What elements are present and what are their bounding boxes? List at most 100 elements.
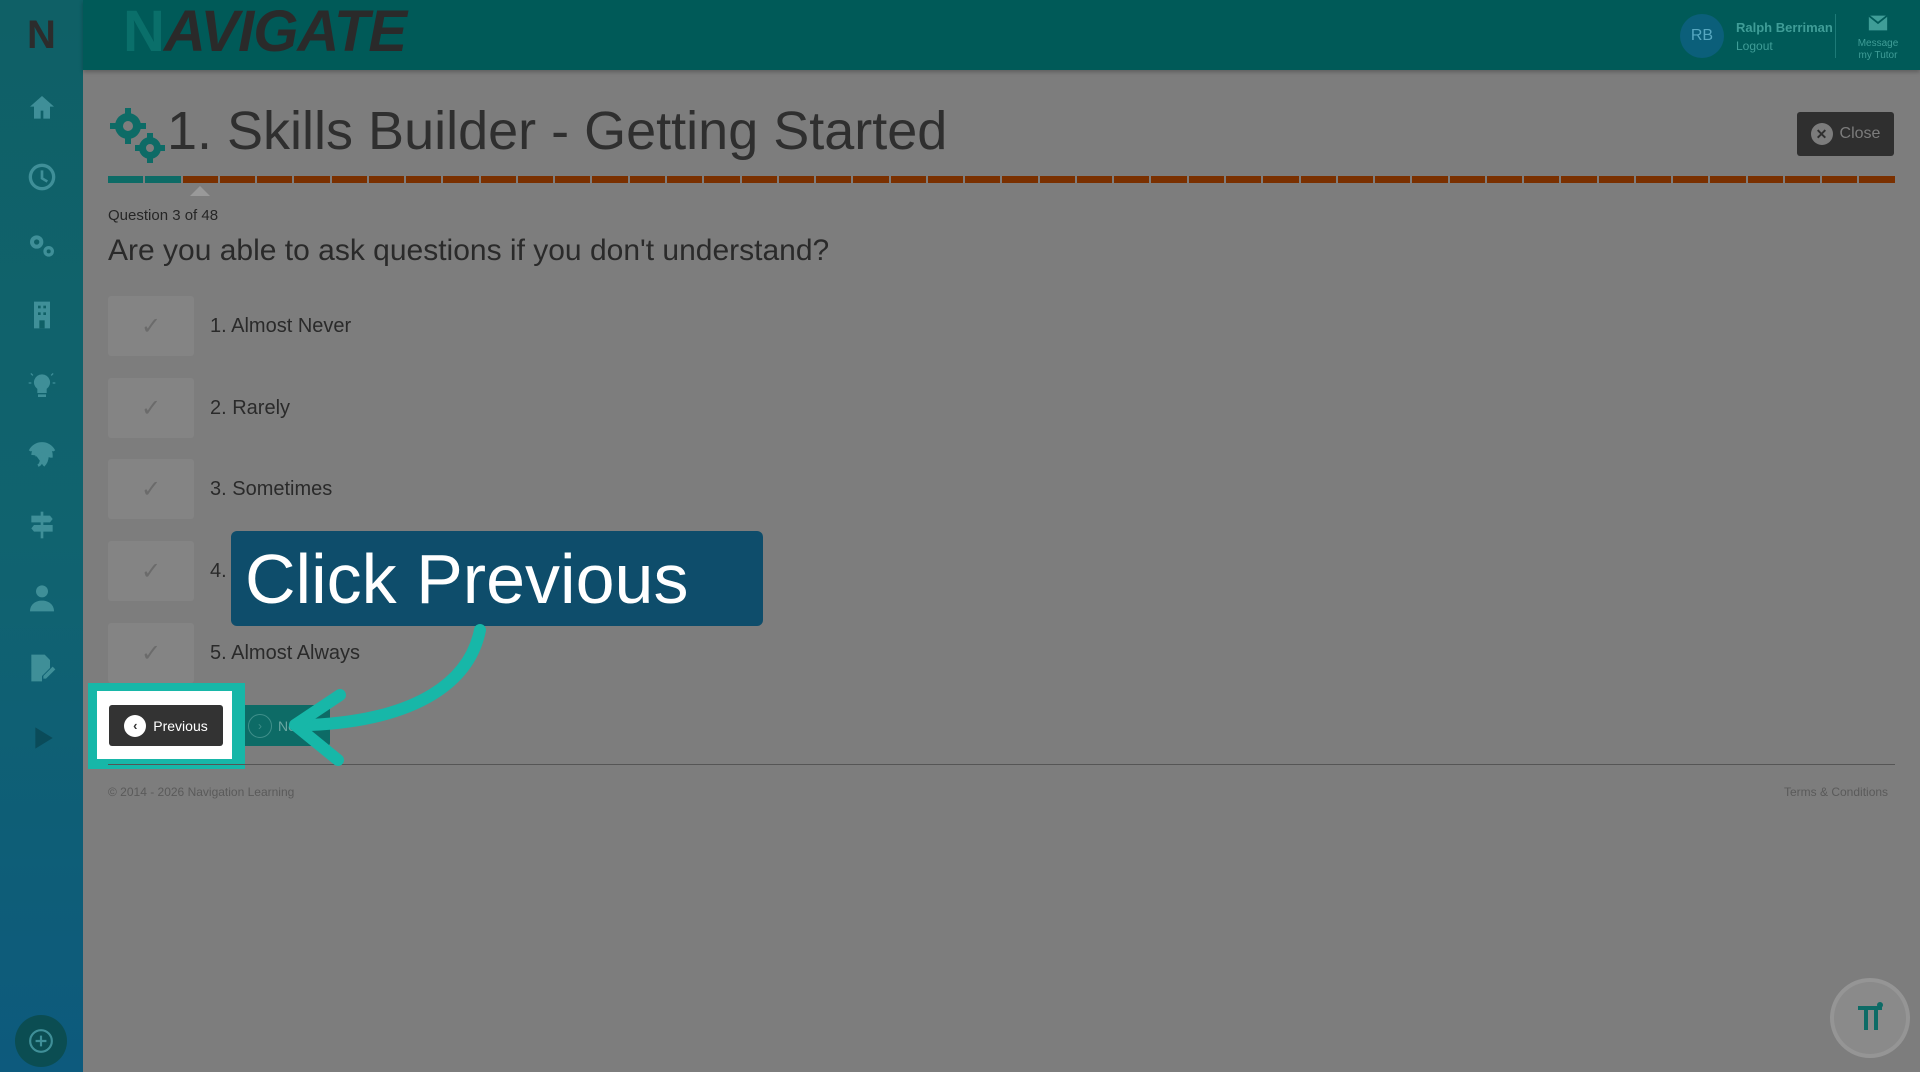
progress-segment [108,176,144,183]
progress-segment [1412,176,1448,183]
clock-icon[interactable] [0,152,83,202]
brand-text: AVIGATE [163,0,407,64]
pi-logo-icon [1858,1002,1883,1030]
message-label-1: Message [1857,38,1899,49]
progress-segment [965,176,1001,183]
progress-segment [1225,176,1262,183]
progress-segment [853,176,889,183]
progress-segment [890,176,926,183]
progress-segment [1002,176,1038,183]
progress-segment [1561,176,1597,183]
building-icon[interactable] [0,290,83,340]
user-name: Ralph Berriman [1736,19,1833,35]
option-label: 3. Sometimes [210,477,333,500]
progress-segment [145,176,181,183]
answer-option-3[interactable]: ✓ 3. Sometimes [108,459,908,519]
progress-segment [219,176,256,183]
copyright: © 2014 - 2026 Navigation Learning [108,785,295,799]
progress-segment [1151,176,1187,183]
progress-segment [1486,176,1523,183]
close-label: Close [1839,125,1881,142]
envelope-icon [1868,14,1888,31]
previous-button[interactable]: ‹ Previous [109,705,223,746]
assistant-fab[interactable] [1834,982,1906,1054]
brand-logo[interactable]: NAVIGATE [123,0,407,65]
message-label-2: my Tutor [1858,50,1898,61]
progress-segment [1337,176,1374,183]
check-icon[interactable]: ✓ [108,296,194,356]
progress-segment [1598,176,1634,183]
progress-segment [331,176,367,183]
chevron-left-icon: ‹ [124,714,147,737]
check-icon[interactable]: ✓ [108,459,194,519]
question-number: Question 3 of 48 [108,207,219,224]
progress-segment [480,176,516,183]
progress-segment [592,176,628,183]
callout-arrow-icon [289,624,486,766]
progress-segment [778,176,815,183]
brand-n: N [123,0,165,64]
person-icon[interactable] [0,573,83,623]
answer-option-2[interactable]: ✓ 2. Rarely [108,378,908,438]
edit-icon[interactable] [0,643,83,693]
signpost-icon[interactable] [0,500,83,550]
lightbulb-icon[interactable] [0,360,83,410]
progress-segment [443,176,479,183]
topbar-divider [1835,14,1836,58]
progress-segment [666,176,703,183]
progress-segment [406,176,442,183]
progress-segment [741,176,777,183]
question-text: Are you able to ask questions if you don… [108,234,830,267]
gears-icon[interactable] [0,221,83,271]
message-tutor-button[interactable]: Message my Tutor [1848,12,1908,62]
progress-segment [182,176,218,183]
progress-segment [555,176,591,183]
progress-segment [294,176,330,183]
progress-segment [1822,176,1858,183]
home-icon[interactable] [0,83,83,133]
callout-box: Click Previous [231,531,763,626]
terms-link[interactable]: Terms & Conditions [1784,785,1888,799]
logout-link[interactable]: Logout [1736,39,1833,53]
plus-circle-icon[interactable] [15,1015,67,1067]
progress-segment [1673,176,1709,183]
callout-text: Click Previous [245,539,689,618]
answer-option-5[interactable]: ✓ 5. Almost Always [108,623,908,683]
sidebar-logo[interactable]: N [0,0,83,70]
progress-segment [704,176,740,183]
progress-bar [108,176,1895,183]
progress-segment [1859,176,1895,183]
avatar: RB [1680,14,1724,58]
progress-segment [368,176,405,183]
progress-segment [816,176,852,183]
logo-letter: N [27,12,56,57]
progress-segment [1375,176,1411,183]
progress-segment [1449,176,1485,183]
answer-option-1[interactable]: ✓ 1. Almost Never [108,296,908,356]
play-icon[interactable] [0,713,83,763]
fingerprint-icon[interactable] [0,430,83,480]
progress-segment [1710,176,1746,183]
option-label: 2. Rarely [210,396,291,419]
progress-segment [1188,176,1224,183]
check-icon[interactable]: ✓ [108,623,194,683]
progress-segment [1784,176,1821,183]
page-title: 1. Skills Builder - Getting Started [167,101,948,161]
option-label: 4. [210,559,227,582]
progress-segment [1076,176,1113,183]
progress-segment [517,176,554,183]
check-icon[interactable]: ✓ [108,378,194,438]
close-button[interactable]: ✕ Close [1797,112,1894,156]
close-icon: ✕ [1810,123,1833,145]
check-icon[interactable]: ✓ [108,541,194,601]
progress-caret [190,186,210,196]
progress-segment [1524,176,1560,183]
progress-segment [1263,176,1299,183]
gears-icon [110,108,165,163]
sidebar: N [0,0,83,1072]
user-menu[interactable]: RB Ralph Berriman Logout [1680,14,1833,58]
progress-segment [1635,176,1672,183]
progress-segment [927,176,964,183]
progress-segment [1300,176,1336,183]
progress-segment [1114,176,1150,183]
